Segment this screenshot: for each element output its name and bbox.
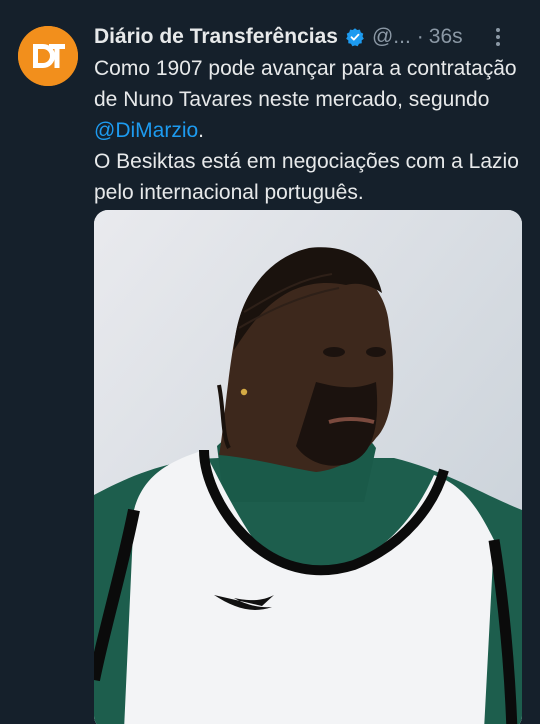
tweet-header: Diário de Transferências @... · 36s xyxy=(94,22,524,52)
tweet-photo[interactable] xyxy=(94,210,522,724)
tweet-card[interactable]: Diário de Transferências @... · 36s Como… xyxy=(0,0,540,724)
avatar[interactable] xyxy=(18,26,78,86)
tweet-text-part: Como 1907 pode avançar para a contrataçã… xyxy=(94,57,517,111)
display-name[interactable]: Diário de Transferências xyxy=(94,22,338,52)
username-handle[interactable]: @... xyxy=(372,22,411,52)
tweet-text-end: . xyxy=(198,119,205,142)
timestamp[interactable]: 36s xyxy=(429,22,463,52)
tweet-paragraph-2: O Besiktas está em negociações com a Laz… xyxy=(94,150,519,204)
mention-link[interactable]: @DiMarzio xyxy=(94,119,198,142)
tweet-text: Como 1907 pode avançar para a contrataçã… xyxy=(94,53,524,208)
verified-badge-icon xyxy=(345,27,365,47)
separator-dot: · xyxy=(416,25,424,48)
more-options-icon[interactable] xyxy=(486,22,510,52)
tweet-paragraph-1: Como 1907 pode avançar para a contrataçã… xyxy=(94,53,524,146)
avatar-logo-icon xyxy=(18,26,78,86)
player-photo-image xyxy=(94,210,522,724)
